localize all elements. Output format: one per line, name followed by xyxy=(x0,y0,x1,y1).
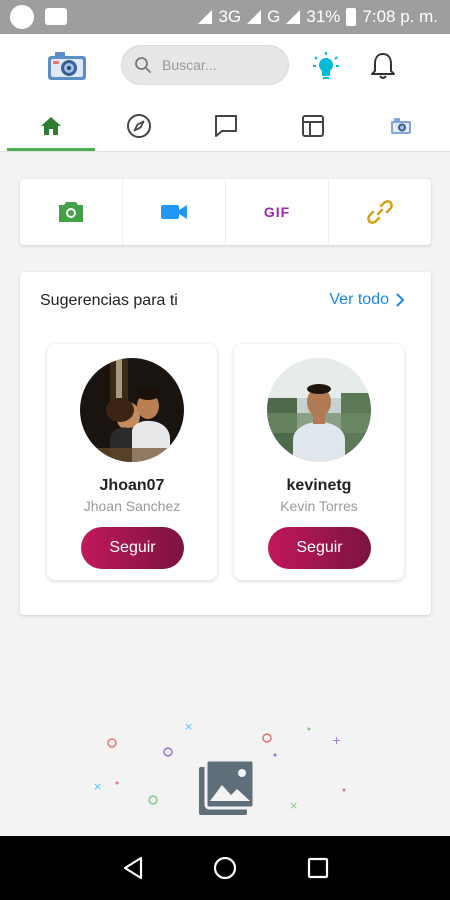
camera-icon xyxy=(59,202,83,222)
create-post-card: GIF xyxy=(20,179,431,245)
wifi-signal-icon xyxy=(198,10,213,24)
tab-dashboard[interactable] xyxy=(269,100,357,152)
user-suggestion-card[interactable]: kevinetg Kevin Torres Seguir xyxy=(234,344,404,580)
tab-bar xyxy=(0,100,450,152)
search-bar[interactable] xyxy=(121,45,289,85)
back-icon[interactable] xyxy=(119,854,147,882)
svg-text:×: × xyxy=(93,780,102,793)
video-camera-icon xyxy=(161,205,187,219)
battery-icon xyxy=(346,8,357,26)
cell-signal-icon-2 xyxy=(286,10,301,24)
empty-feed-illustration-icon: × × × + xyxy=(93,720,346,815)
user-suggestion-card[interactable]: Jhoan07 Jhoan Sanchez Seguir xyxy=(47,344,217,580)
battery-level: 31% xyxy=(306,7,341,26)
svg-text:+: + xyxy=(332,734,341,747)
notifications-bell-icon[interactable] xyxy=(369,51,397,81)
chat-bubble-icon xyxy=(215,115,237,137)
app-bar xyxy=(0,34,450,100)
home-nav-icon[interactable] xyxy=(211,854,239,882)
camera-logo-icon[interactable] xyxy=(47,50,87,82)
gif-label: GIF xyxy=(263,204,291,220)
see-all-label: Ver todo xyxy=(329,291,389,308)
lightbulb-icon[interactable] xyxy=(312,51,340,81)
layout-icon xyxy=(302,115,324,137)
status-right: 3G G 31% 7:08 p. m. xyxy=(198,7,438,27)
network-type: 3G xyxy=(218,7,242,26)
see-all-link[interactable]: Ver todo xyxy=(329,291,405,309)
tab-messages[interactable] xyxy=(182,100,270,152)
tab-home[interactable] xyxy=(7,100,95,152)
suggestions-card: Sugerencias para ti Ver todo Jhoan07 Jho… xyxy=(20,272,431,615)
search-input[interactable] xyxy=(162,54,280,76)
full-name: Jhoan Sanchez xyxy=(83,498,181,514)
clock: 7:08 p. m. xyxy=(362,7,438,26)
video-button[interactable] xyxy=(123,179,226,245)
system-nav-bar xyxy=(0,836,450,900)
compass-icon xyxy=(127,114,151,138)
link-icon xyxy=(367,200,393,224)
recents-icon[interactable] xyxy=(304,854,332,882)
username: kevinetg xyxy=(286,477,352,494)
tab-explore[interactable] xyxy=(95,100,183,152)
full-name: Kevin Torres xyxy=(280,498,358,514)
follow-button[interactable]: Seguir xyxy=(268,527,371,569)
tab-gallery[interactable] xyxy=(357,100,445,152)
cell-signal-icon xyxy=(247,10,262,24)
link-button[interactable] xyxy=(329,179,431,245)
camera-small-icon xyxy=(391,118,411,134)
username: Jhoan07 xyxy=(99,477,165,494)
svg-text:×: × xyxy=(184,720,193,733)
gif-button[interactable]: GIF xyxy=(226,179,329,245)
suggestions-title: Sugerencias para ti xyxy=(40,292,178,309)
search-icon xyxy=(135,57,151,73)
avatar[interactable] xyxy=(80,358,184,462)
active-tab-indicator xyxy=(7,148,95,151)
photo-button[interactable] xyxy=(20,179,123,245)
svg-text:×: × xyxy=(289,799,298,812)
avatar[interactable] xyxy=(267,358,371,462)
follow-button[interactable]: Seguir xyxy=(81,527,184,569)
chevron-right-icon xyxy=(396,293,405,307)
notification-dot-icon xyxy=(10,5,34,29)
home-icon xyxy=(41,117,61,135)
network-type-2: G xyxy=(267,7,281,26)
status-bar: 3G G 31% 7:08 p. m. xyxy=(0,0,450,34)
message-notification-icon xyxy=(45,8,67,25)
